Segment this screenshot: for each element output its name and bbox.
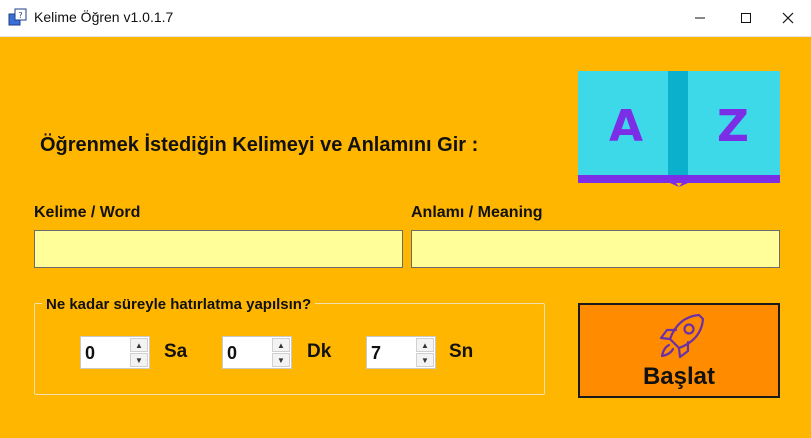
seconds-up-arrow-icon[interactable]: ▲ [416, 338, 434, 352]
seconds-down-arrow-icon[interactable]: ▼ [416, 353, 434, 367]
main-panel: Öğrenmek İstediğin Kelimeyi ve Anlamını … [0, 37, 811, 438]
minimize-button[interactable] [677, 0, 723, 36]
page-heading: Öğrenmek İstediğin Kelimeyi ve Anlamını … [40, 134, 479, 156]
logo-letter-a: A [609, 101, 643, 152]
maximize-icon [741, 13, 751, 23]
meaning-input[interactable] [411, 230, 780, 268]
hours-up-arrow-icon[interactable]: ▲ [130, 338, 148, 352]
hours-value: 0 [85, 343, 96, 363]
word-input[interactable] [34, 230, 403, 268]
seconds-unit-label: Sn [449, 341, 474, 362]
hours-stepper-arrows: ▲ ▼ [130, 338, 148, 367]
dictionary-icon: ? [8, 8, 27, 26]
meaning-label: Anlamı / Meaning [411, 204, 543, 221]
window-title: Kelime Öğren v1.0.1.7 [34, 9, 174, 25]
minutes-up-arrow-icon[interactable]: ▲ [272, 338, 290, 352]
minutes-unit-label: Dk [307, 341, 332, 362]
reminder-duration-title: Ne kadar süreyle hatırlatma yapılsın? [42, 296, 316, 313]
minimize-icon [695, 17, 705, 19]
hours-stepper[interactable]: 0 ▲ ▼ [80, 336, 150, 369]
svg-text:?: ? [18, 11, 22, 20]
seconds-value: 7 [371, 343, 382, 363]
logo-letter-z: Z [717, 101, 749, 152]
a-to-z-book-icon: A Z [578, 71, 780, 187]
start-button-label: Başlat [642, 363, 716, 390]
title-bar: ? Kelime Öğren v1.0.1.7 [0, 0, 811, 37]
close-icon [782, 12, 794, 24]
minutes-value: 0 [227, 343, 238, 363]
start-button[interactable]: Başlat [578, 303, 780, 398]
seconds-stepper[interactable]: 7 ▲ ▼ [366, 336, 436, 369]
minutes-stepper-arrows: ▲ ▼ [272, 338, 290, 367]
rocket-icon [659, 313, 705, 359]
word-label: Kelime / Word [34, 204, 141, 221]
minutes-stepper[interactable]: 0 ▲ ▼ [222, 336, 292, 369]
close-button[interactable] [765, 0, 811, 36]
hours-down-arrow-icon[interactable]: ▼ [130, 353, 148, 367]
maximize-button[interactable] [723, 0, 769, 36]
minutes-down-arrow-icon[interactable]: ▼ [272, 353, 290, 367]
seconds-stepper-arrows: ▲ ▼ [416, 338, 434, 367]
hours-unit-label: Sa [164, 341, 188, 362]
